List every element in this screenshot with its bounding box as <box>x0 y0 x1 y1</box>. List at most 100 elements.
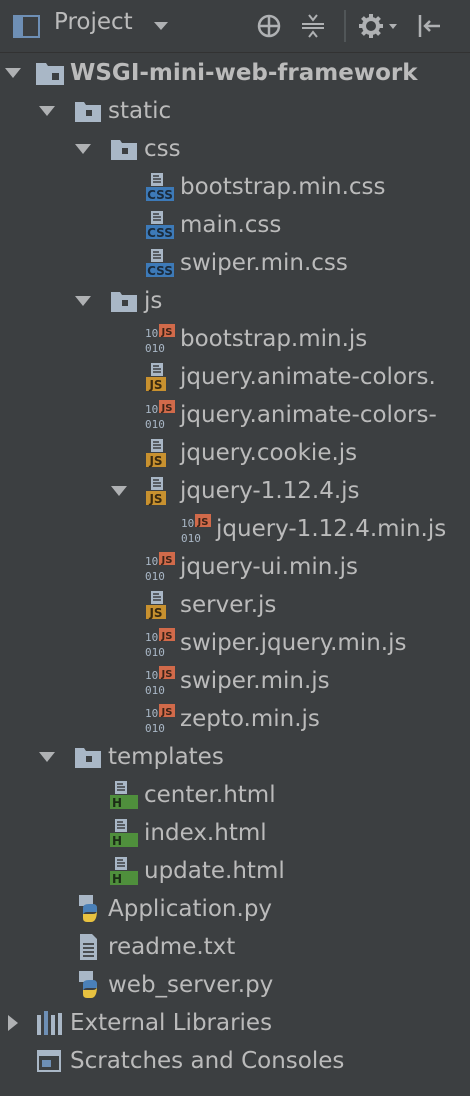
tree-node-static[interactable]: static <box>0 92 470 130</box>
minified-js-file-icon: 10 010 JS <box>180 513 212 545</box>
tree-node-css[interactable]: css <box>0 130 470 168</box>
tree-label-file: Application.py <box>108 896 273 922</box>
tree-file-minjs[interactable]: 10 010 JS swiper.jquery.min.js <box>0 624 470 662</box>
js-file-icon: JS <box>144 437 176 469</box>
svg-text:CSS: CSS <box>147 264 173 278</box>
tree-label-file: bootstrap.min.css <box>180 174 386 200</box>
tree-node-jquery-js[interactable]: JS jquery-1.12.4.js <box>0 472 470 510</box>
svg-text:JS: JS <box>197 517 209 528</box>
folder-icon <box>108 285 140 317</box>
js-file-icon: JS <box>144 475 176 507</box>
svg-text:010: 010 <box>145 342 165 355</box>
tree-file-minjs[interactable]: 10 010 JS swiper.min.js <box>0 662 470 700</box>
css-file-icon: CSS <box>144 171 176 203</box>
chevron-down-icon[interactable] <box>72 138 94 160</box>
tree-label-file: zepto.min.js <box>180 706 320 732</box>
chevron-down-icon[interactable] <box>36 100 58 122</box>
collapse-all-icon[interactable] <box>298 11 328 41</box>
tree-label-file: swiper.min.js <box>180 668 330 694</box>
svg-text:10: 10 <box>145 669 158 682</box>
js-file-icon: JS <box>144 589 176 621</box>
tree-file-minjs[interactable]: 10 010 JS zepto.min.js <box>0 700 470 738</box>
tree-file-js[interactable]: JS jquery.animate-colors. <box>0 358 470 396</box>
tree-label-js: js <box>144 288 163 314</box>
tree-node-scratches[interactable]: Scratches and Consoles <box>0 1042 470 1080</box>
folder-icon <box>72 95 104 127</box>
svg-text:10: 10 <box>145 631 158 644</box>
svg-text:010: 010 <box>145 418 165 431</box>
project-view-title[interactable]: Project <box>54 9 133 35</box>
svg-text:JS: JS <box>148 378 162 392</box>
svg-text:JS: JS <box>148 492 162 506</box>
tree-label-file: jquery-1.12.4.js <box>180 478 360 504</box>
chevron-right-icon[interactable] <box>2 1012 24 1034</box>
tree-file-text[interactable]: readme.txt <box>0 928 470 966</box>
hide-icon[interactable] <box>414 11 444 41</box>
minified-js-file-icon: 10 010 JS <box>144 323 176 355</box>
caret-down-icon[interactable] <box>152 14 170 38</box>
css-file-icon: CSS <box>144 247 176 279</box>
locate-icon[interactable] <box>254 11 284 41</box>
tree-file-html[interactable]: H center.html <box>0 776 470 814</box>
svg-text:H: H <box>112 796 122 810</box>
tree-file-minjs[interactable]: 10 010 JS bootstrap.min.js <box>0 320 470 358</box>
python-file-icon <box>72 893 104 925</box>
chevron-down-icon[interactable] <box>36 746 58 768</box>
svg-text:H: H <box>112 872 122 886</box>
svg-text:10: 10 <box>145 707 158 720</box>
project-view-icon[interactable] <box>12 12 42 40</box>
tree-label-file: jquery.cookie.js <box>180 440 358 466</box>
chevron-down-icon[interactable] <box>2 62 24 84</box>
svg-text:JS: JS <box>148 454 162 468</box>
tree-file-js[interactable]: JS jquery.cookie.js <box>0 434 470 472</box>
svg-text:10: 10 <box>145 403 158 416</box>
tree-node-js[interactable]: js <box>0 282 470 320</box>
tree-label-static: static <box>108 98 172 124</box>
svg-text:010: 010 <box>145 570 165 583</box>
svg-text:10: 10 <box>145 555 158 568</box>
svg-text:010: 010 <box>145 722 165 735</box>
tree-label-file: server.js <box>180 592 277 618</box>
svg-text:H: H <box>112 834 122 848</box>
tree-file-js[interactable]: JS server.js <box>0 586 470 624</box>
tree-label-file: jquery-ui.min.js <box>180 554 359 580</box>
tree-label-file: readme.txt <box>108 934 236 960</box>
tree-label-file: index.html <box>144 820 267 846</box>
svg-text:JS: JS <box>161 403 173 414</box>
tree-node-templates[interactable]: templates <box>0 738 470 776</box>
project-toolbar: Project <box>0 0 470 53</box>
scratches-icon <box>34 1045 66 1077</box>
tree-file-html[interactable]: H update.html <box>0 852 470 890</box>
toolbar-separator <box>344 10 346 42</box>
tree-file-css[interactable]: CSS main.css <box>0 206 470 244</box>
tree-file-python[interactable]: Application.py <box>0 890 470 928</box>
svg-text:10: 10 <box>145 327 158 340</box>
tree-node-external-libraries[interactable]: External Libraries <box>0 1004 470 1042</box>
css-file-icon: CSS <box>144 209 176 241</box>
svg-text:JS: JS <box>148 606 162 620</box>
tree-file-html[interactable]: H index.html <box>0 814 470 852</box>
svg-text:JS: JS <box>161 669 173 680</box>
js-file-icon: JS <box>144 361 176 393</box>
svg-text:010: 010 <box>145 684 165 697</box>
chevron-down-icon[interactable] <box>72 290 94 312</box>
tree-file-css[interactable]: CSS swiper.min.css <box>0 244 470 282</box>
chevron-down-icon[interactable] <box>108 480 130 502</box>
project-tree: WSGI-mini-web-framework static css CSS b… <box>0 52 470 1096</box>
svg-text:JS: JS <box>161 555 173 566</box>
minified-js-file-icon: 10 010 JS <box>144 399 176 431</box>
gear-icon[interactable] <box>356 11 400 41</box>
text-file-icon <box>72 931 104 963</box>
tree-node-root[interactable]: WSGI-mini-web-framework <box>0 54 470 92</box>
minified-js-file-icon: 10 010 JS <box>144 627 176 659</box>
tree-label-file: main.css <box>180 212 282 238</box>
tree-file-minjs[interactable]: 10 010 JS jquery.animate-colors- <box>0 396 470 434</box>
tree-file-minjs[interactable]: 10 010 JS jquery-ui.min.js <box>0 548 470 586</box>
svg-text:010: 010 <box>181 532 201 545</box>
svg-text:JS: JS <box>161 707 173 718</box>
module-folder-icon <box>34 57 66 89</box>
tree-file-python[interactable]: web_server.py <box>0 966 470 1004</box>
tree-file-css[interactable]: CSS bootstrap.min.css <box>0 168 470 206</box>
library-icon <box>34 1007 66 1039</box>
tree-file-minjs[interactable]: 10 010 JS jquery-1.12.4.min.js <box>0 510 470 548</box>
